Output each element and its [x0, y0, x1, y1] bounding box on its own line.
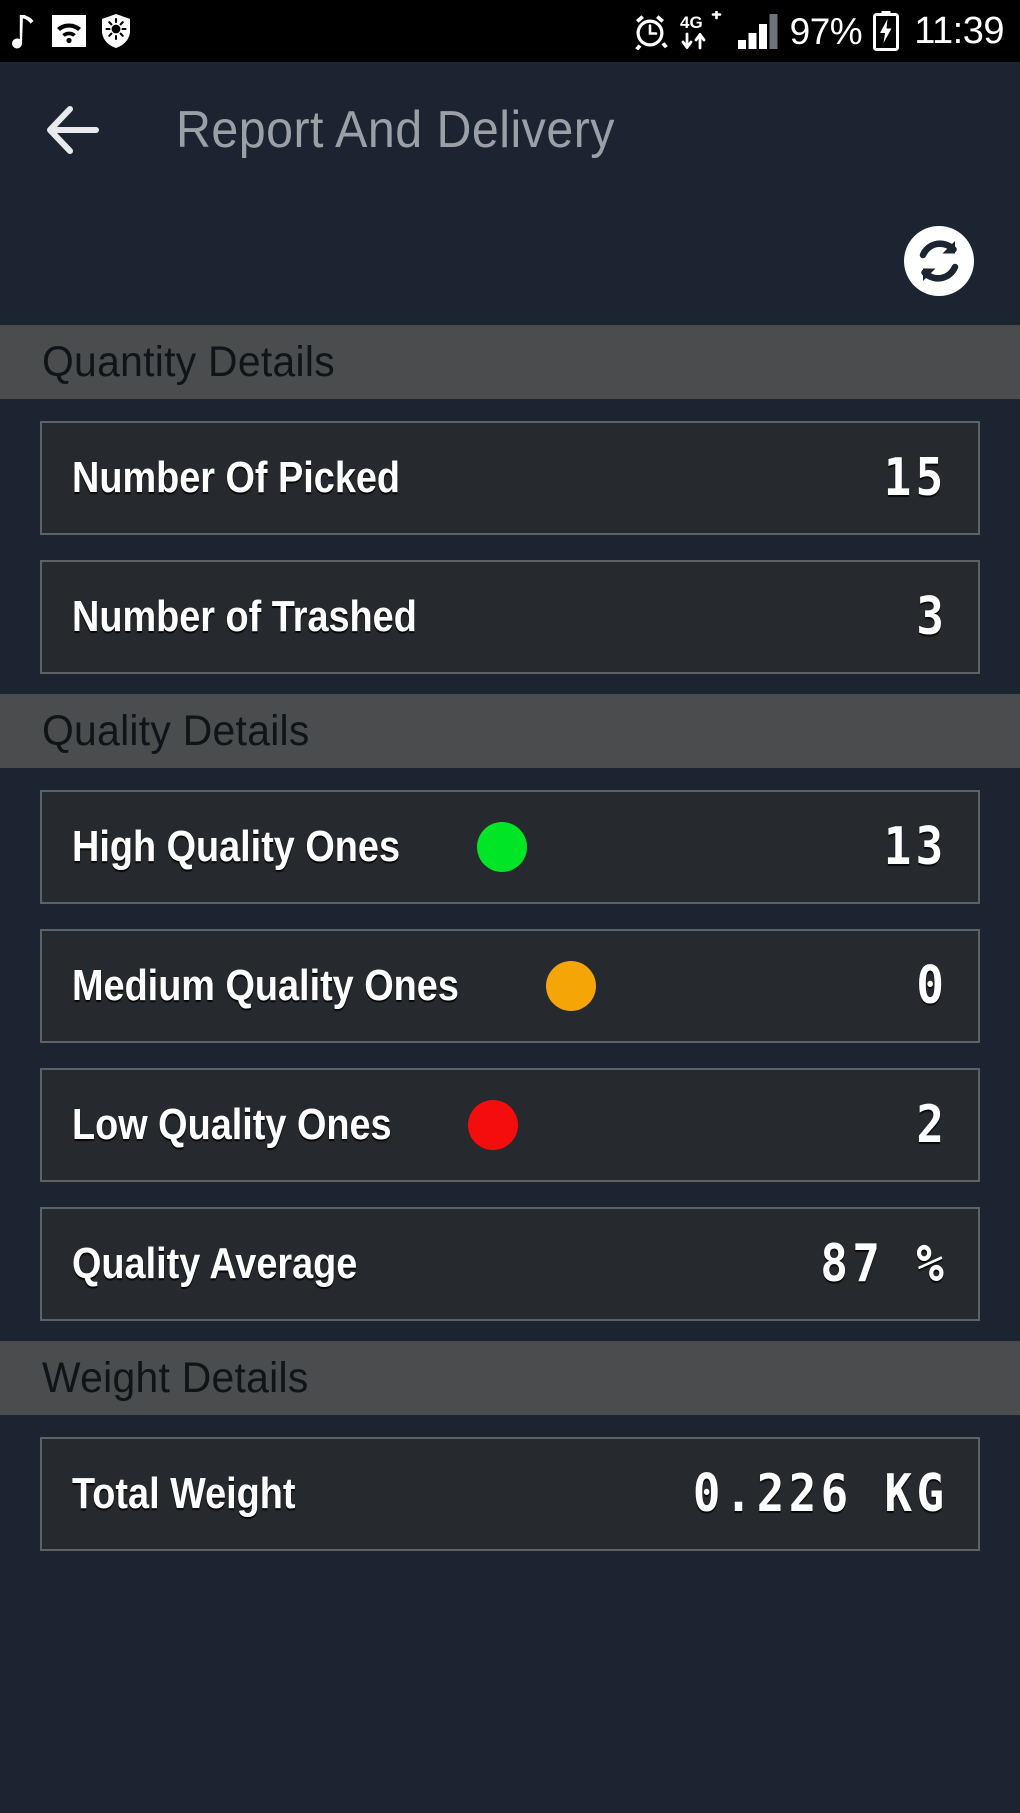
music-note-icon	[12, 15, 34, 49]
back-button[interactable]	[44, 98, 108, 162]
row-label: Total Weight	[72, 1469, 296, 1518]
report-content: Quantity Details Number Of Picked 15 Num…	[0, 325, 1020, 1813]
svg-text:4G: 4G	[680, 13, 703, 32]
toolbar	[0, 197, 1020, 325]
row-value: 0.226 KG	[692, 1464, 948, 1524]
row-value: 13	[884, 817, 948, 877]
status-bar-left-icons	[12, 13, 132, 49]
status-clock: 11:39	[914, 10, 1004, 52]
section-title: Weight Details	[42, 1353, 309, 1402]
row-value: 2	[916, 1095, 948, 1155]
arrow-left-icon	[47, 105, 99, 154]
row-label: Number of Trashed	[72, 592, 417, 641]
section-header-quality-details: Quality Details	[0, 694, 1020, 768]
section-title: Quantity Details	[42, 337, 335, 386]
table-row[interactable]: Number Of Picked 15	[40, 421, 980, 535]
section-body-weight-details: Total Weight 0.226 KG	[0, 1415, 1020, 1575]
row-label: Low Quality Ones	[72, 1100, 392, 1149]
row-value: 15	[884, 448, 948, 508]
row-value: 87 %	[820, 1234, 948, 1294]
row-label: Number Of Picked	[72, 453, 401, 502]
table-row[interactable]: Number of Trashed 3	[40, 560, 980, 674]
section-title: Quality Details	[42, 706, 310, 755]
app-bar: Report And Delivery	[0, 62, 1020, 197]
battery-percent-label: 97%	[789, 10, 863, 52]
section-header-weight-details: Weight Details	[0, 1341, 1020, 1415]
battery-charging-icon	[873, 11, 900, 51]
alarm-clock-icon	[634, 15, 668, 50]
security-shield-icon	[102, 14, 130, 48]
sync-refresh-icon	[904, 226, 974, 296]
app-root: 4G 97% 11:39 Report And Delivery Quantit…	[0, 0, 1020, 1813]
status-bar: 4G 97% 11:39	[0, 0, 1020, 62]
row-value: 3	[916, 587, 948, 647]
sync-button[interactable]	[900, 222, 978, 300]
signal-bars-icon	[737, 14, 778, 49]
row-label: Quality Average	[72, 1239, 358, 1288]
table-row[interactable]: Quality Average 87 %	[40, 1207, 980, 1321]
table-row[interactable]: Medium Quality Ones 0	[40, 929, 980, 1043]
quality-indicator-dot-low	[467, 1100, 518, 1150]
section-body-quality-details: High Quality Ones 13 Medium Quality Ones…	[0, 768, 1020, 1341]
row-label: High Quality Ones	[72, 822, 400, 871]
row-label: Medium Quality Ones	[72, 961, 459, 1010]
mobile-data-4g-plus-icon: 4G	[680, 11, 721, 50]
status-bar-right-icons: 4G 97% 11:39	[631, 11, 1004, 51]
row-value: 0	[916, 956, 948, 1016]
table-row[interactable]: High Quality Ones 13	[40, 790, 980, 904]
section-header-quantity-details: Quantity Details	[0, 325, 1020, 399]
table-row[interactable]: Low Quality Ones 2	[40, 1068, 980, 1182]
wifi-icon	[52, 15, 86, 47]
page-title: Report And Delivery	[176, 100, 615, 159]
quality-indicator-dot-medium	[545, 961, 596, 1011]
table-row[interactable]: Total Weight 0.226 KG	[40, 1437, 980, 1551]
section-body-quantity-details: Number Of Picked 15 Number of Trashed 3	[0, 399, 1020, 694]
quality-indicator-dot-high	[477, 822, 528, 872]
